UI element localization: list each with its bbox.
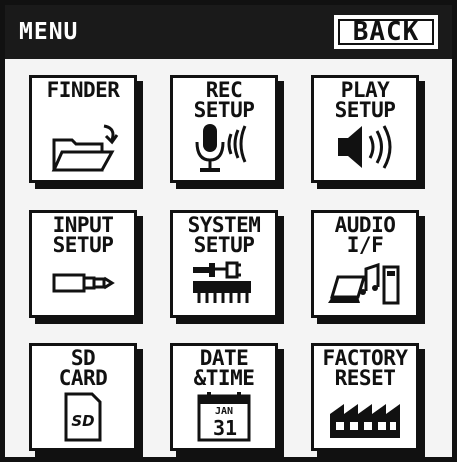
tile-label: SD CARD [58,346,108,390]
audio-jack-icon [52,273,115,293]
factory-icon [330,404,400,438]
tile-label: FINDER [46,78,120,102]
sd-card-icon: SD [64,392,102,442]
tile-label: DATE &TIME [193,346,255,390]
tile-system-setup[interactable]: SYSTEM SETUP [170,210,278,318]
microphone-icon [195,124,247,172]
svg-text:SD: SD [71,412,94,430]
tile-sd-card[interactable]: SD CARD SD [29,343,137,451]
tile-label: FACTORY RESET [322,346,408,390]
tile-label: INPUT SETUP [52,213,114,257]
menu-screen: MENU BACK FINDER REC SETUP PLAY SETUP IN… [0,0,457,462]
calendar-day: 31 [213,416,237,440]
tile-audio-if[interactable]: AUDIO I/F [311,210,419,318]
tile-play-setup[interactable]: PLAY SETUP [311,75,419,183]
tile-label: SYSTEM SETUP [187,213,261,257]
page-title: MENU [19,19,79,45]
tile-label: REC SETUP [193,78,255,122]
tile-finder[interactable]: FINDER [29,75,137,183]
tile-label: PLAY SETUP [334,78,396,122]
back-button[interactable]: BACK [334,15,438,49]
title-bar: MENU BACK [5,5,452,59]
tile-label: AUDIO I/F [334,213,396,257]
tile-factory-reset[interactable]: FACTORY RESET [311,343,419,451]
folder-icon [51,124,119,172]
chip-icon [193,261,251,303]
tile-date-time[interactable]: DATE &TIME JAN 31 [170,343,278,451]
laptop-audio-icon [328,262,400,305]
calendar-icon: JAN 31 [197,392,251,442]
tile-input-setup[interactable]: INPUT SETUP [29,210,137,318]
speaker-icon [338,125,392,169]
tile-rec-setup[interactable]: REC SETUP [170,75,278,183]
